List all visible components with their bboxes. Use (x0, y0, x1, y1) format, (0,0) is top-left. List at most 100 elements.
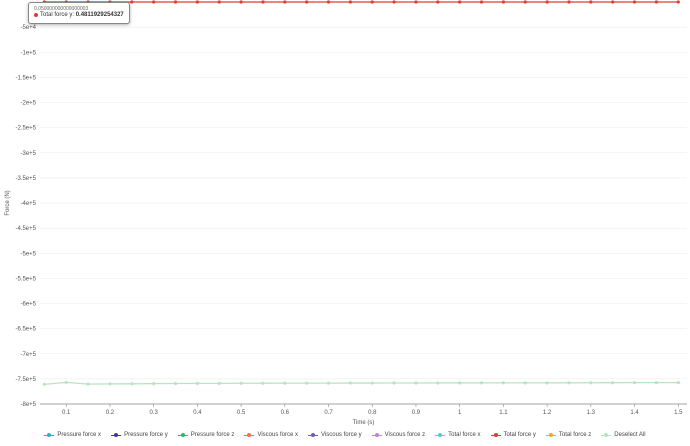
data-point[interactable] (654, 380, 658, 385)
data-point[interactable] (217, 381, 221, 385)
data-point[interactable] (261, 0, 265, 4)
data-point[interactable] (305, 381, 309, 385)
data-point[interactable] (501, 381, 505, 385)
data-point[interactable] (523, 381, 527, 385)
data-point[interactable] (632, 381, 637, 385)
tooltip-value: 0.4811929254327 (75, 12, 124, 19)
data-point[interactable] (283, 0, 287, 4)
y-axis: -5e+4 -1e+5 -1.5e+5 -2e+5 -2.5e+5 -3e+5 -3.5e+… (15, 25, 36, 408)
legend-swatch (371, 432, 382, 438)
y-tick-label: -6e+5 (20, 302, 36, 308)
data-point[interactable] (611, 381, 615, 385)
x-tick-label: 0.6 (281, 410, 290, 416)
data-point[interactable] (348, 0, 352, 4)
data-point[interactable] (545, 0, 549, 4)
x-tick-label: 0.3 (149, 410, 158, 416)
data-point[interactable] (370, 0, 374, 4)
data-point[interactable] (458, 0, 462, 4)
data-point[interactable] (152, 0, 156, 4)
data-point[interactable] (567, 0, 571, 4)
tooltip: 0.050000000000000003 Total force y: 0.48… (28, 2, 130, 24)
data-point[interactable] (239, 381, 243, 385)
data-point[interactable] (370, 381, 374, 385)
data-point[interactable] (392, 381, 396, 385)
data-point[interactable] (348, 381, 352, 385)
data-point[interactable] (195, 381, 199, 385)
data-point[interactable] (501, 0, 505, 4)
data-point[interactable] (261, 381, 265, 385)
legend-swatch (177, 432, 188, 438)
data-point[interactable] (217, 0, 221, 4)
legend-item-deselect-all[interactable]: Deselect All (601, 432, 646, 438)
data-point[interactable] (632, 0, 637, 4)
series-total-force-y (42, 0, 680, 4)
data-point[interactable] (436, 381, 440, 385)
data-point[interactable] (545, 381, 549, 385)
data-point[interactable] (108, 382, 112, 386)
data-point[interactable] (479, 381, 484, 385)
legend-swatch (601, 432, 612, 438)
x-tick-label: 0.1 (62, 410, 71, 416)
data-point[interactable] (567, 381, 571, 385)
data-point[interactable] (479, 0, 484, 4)
y-tick-label: -2e+5 (20, 101, 36, 107)
data-point[interactable] (305, 0, 309, 4)
legend-label: Total force z (558, 432, 592, 438)
y-tick-label: -5e+5 (20, 251, 36, 257)
y-tick-label: -7.5e+5 (15, 377, 36, 383)
legend-label: Pressure force y (124, 432, 168, 438)
data-point[interactable] (589, 0, 593, 4)
x-tick-label: 0.2 (106, 410, 115, 416)
legend-swatch (308, 432, 319, 438)
data-point[interactable] (86, 382, 90, 386)
legend-item-viscous-force-z[interactable]: Viscous force z (371, 432, 426, 438)
data-point[interactable] (392, 0, 396, 4)
data-point[interactable] (458, 381, 462, 385)
data-point[interactable] (589, 381, 593, 385)
data-point[interactable] (436, 0, 440, 4)
data-point[interactable] (326, 381, 331, 385)
force-time-chart: -5e+4 -1e+5 -1.5e+5 -2e+5 -2.5e+5 -3e+5 -3.5e+… (5, 0, 687, 426)
data-point[interactable] (195, 0, 199, 4)
data-point[interactable] (676, 0, 680, 4)
legend-swatch (111, 432, 122, 438)
data-point[interactable] (414, 381, 418, 385)
data-point[interactable] (414, 0, 418, 4)
series-layer (42, 0, 680, 387)
series-deselect-all (42, 380, 680, 387)
data-point[interactable] (326, 0, 331, 4)
legend-item-total-force-x[interactable]: Total force x (435, 432, 481, 438)
legend-item-pressure-force-x[interactable]: Pressure force x (44, 432, 101, 438)
data-point[interactable] (173, 381, 178, 386)
data-point[interactable] (173, 0, 178, 4)
data-point[interactable] (130, 382, 134, 386)
data-point[interactable] (64, 380, 68, 384)
legend-item-viscous-force-y[interactable]: Viscous force y (308, 432, 362, 438)
x-tick-label: 0.8 (368, 410, 377, 416)
x-axis: 0.1 0.2 0.3 0.4 0.5 0.6 0.7 0.8 0.9 1 1.1 1.2 1.3 1.4… (40, 403, 687, 416)
legend-item-viscous-force-x[interactable]: Viscous force x (244, 432, 298, 438)
data-point[interactable] (523, 0, 527, 4)
legend-item-total-force-z[interactable]: Total force z (545, 432, 592, 438)
series-line (44, 381, 679, 386)
grid (40, 26, 687, 405)
x-tick-label: 1 (458, 410, 462, 416)
legend-item-total-force-y[interactable]: Total force y (490, 432, 536, 438)
legend-label: Viscous force z (384, 432, 426, 438)
y-tick-label: -4.5e+5 (15, 226, 36, 232)
data-point[interactable] (239, 0, 243, 4)
y-tick-label: -6.5e+5 (15, 327, 36, 333)
data-point[interactable] (676, 380, 680, 385)
data-point[interactable] (152, 382, 156, 386)
data-point[interactable] (42, 382, 46, 387)
data-point[interactable] (283, 381, 287, 385)
legend-item-pressure-force-y[interactable]: Pressure force y (111, 432, 168, 438)
legend-label: Total force x (448, 432, 481, 438)
legend-item-pressure-force-z[interactable]: Pressure force z (177, 432, 234, 438)
data-point[interactable] (654, 0, 658, 4)
data-point[interactable] (130, 0, 134, 4)
x-tick-label: 1.2 (543, 410, 552, 416)
y-tick-label: -3e+5 (20, 151, 36, 157)
tooltip-series-name: Total force y (40, 12, 73, 19)
data-point[interactable] (611, 0, 615, 4)
